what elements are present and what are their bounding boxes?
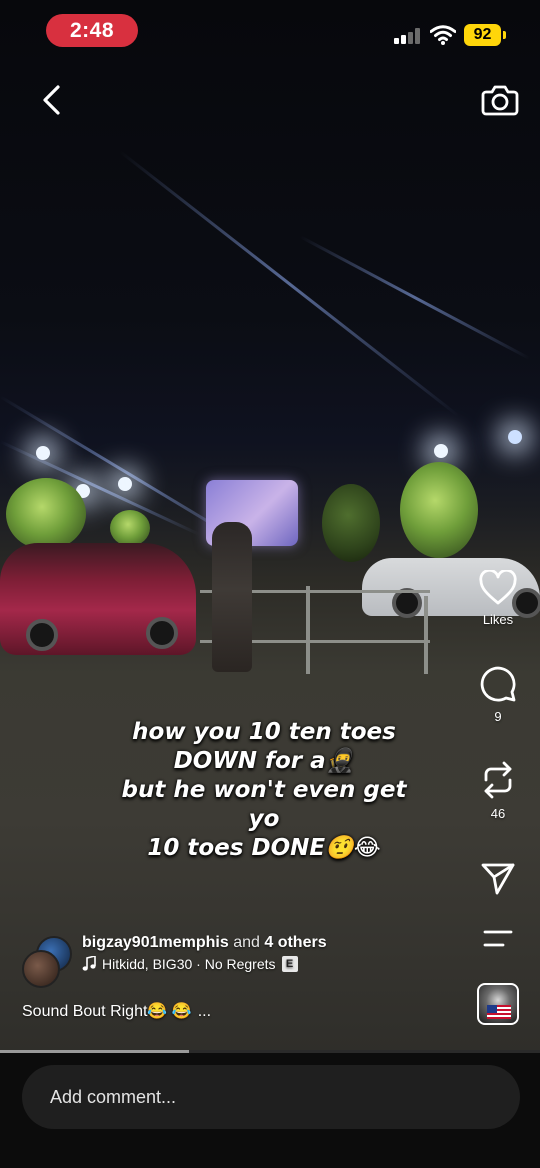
car-wheel (146, 617, 178, 649)
share-button[interactable] (476, 862, 520, 896)
menu-icon (483, 930, 513, 947)
collab-connector: and (233, 934, 260, 951)
tree (400, 462, 478, 558)
reposts-count: 46 (490, 806, 506, 821)
explicit-badge: E (281, 956, 298, 972)
collab-others[interactable]: 4 others (264, 934, 326, 951)
street-light (118, 477, 132, 491)
tree (6, 478, 86, 550)
person-silhouette (212, 522, 252, 672)
light-beam (299, 235, 531, 360)
audio-line[interactable]: Hitkidd, BIG30 · No Regrets E (82, 956, 298, 972)
flag-graphic (487, 1005, 511, 1019)
street-light (434, 444, 448, 458)
tree (322, 484, 380, 562)
cellular-signal-icon (394, 28, 424, 44)
wifi-icon (430, 25, 456, 45)
video-caption: how you 10 ten toes DOWN for a🥷 but he w… (104, 718, 424, 863)
caption-line: DOWN for a🥷 (173, 748, 355, 774)
send-icon (481, 863, 515, 895)
more-link[interactable]: ... (198, 1003, 211, 1020)
comment-input[interactable] (50, 1086, 520, 1108)
author-username[interactable]: bigzay901memphis (82, 934, 229, 951)
comment-bar (0, 1053, 540, 1168)
caption-line: 10 toes DONE🤨😂 (147, 835, 381, 861)
reel-video[interactable] (0, 0, 540, 1052)
battery-indicator: 92 (464, 24, 506, 46)
more-options-button[interactable] (476, 928, 520, 950)
caption-line: but he won't even get (121, 777, 407, 803)
comment-icon (480, 666, 516, 702)
audio-title: Hitkidd, BIG30 · No Regrets (102, 956, 276, 972)
author-line[interactable]: bigzay901memphis and 4 others (82, 934, 327, 952)
chevron-left-icon[interactable] (36, 82, 72, 118)
author-avatars[interactable] (22, 936, 74, 988)
car-wheel (26, 619, 58, 651)
description-text: Sound Bout Right😂 😂 (22, 1003, 192, 1020)
light-beam (119, 150, 460, 418)
street-light (36, 446, 50, 460)
railing-post (306, 586, 310, 674)
comment-field[interactable] (22, 1065, 520, 1129)
repost-button[interactable]: 46 (476, 760, 520, 821)
camera-icon[interactable] (480, 80, 520, 120)
post-description[interactable]: Sound Bout Right😂 😂... (22, 1001, 211, 1021)
like-button[interactable]: Likes (476, 570, 520, 627)
audio-thumbnail[interactable] (477, 983, 519, 1025)
railing-post (424, 596, 428, 674)
repost-icon (484, 761, 512, 799)
tree (110, 510, 150, 546)
comment-button[interactable]: 9 (476, 665, 520, 724)
street-light (508, 430, 522, 444)
comments-count: 9 (494, 709, 502, 724)
music-note-icon (82, 956, 96, 971)
likes-label: Likes (482, 612, 514, 627)
status-time: 2:48 (46, 14, 138, 47)
caption-line: how you 10 ten toes (132, 719, 396, 745)
avatar (22, 950, 60, 988)
caption-line: yo (248, 806, 280, 832)
heart-icon (479, 570, 517, 605)
red-car (0, 543, 196, 655)
